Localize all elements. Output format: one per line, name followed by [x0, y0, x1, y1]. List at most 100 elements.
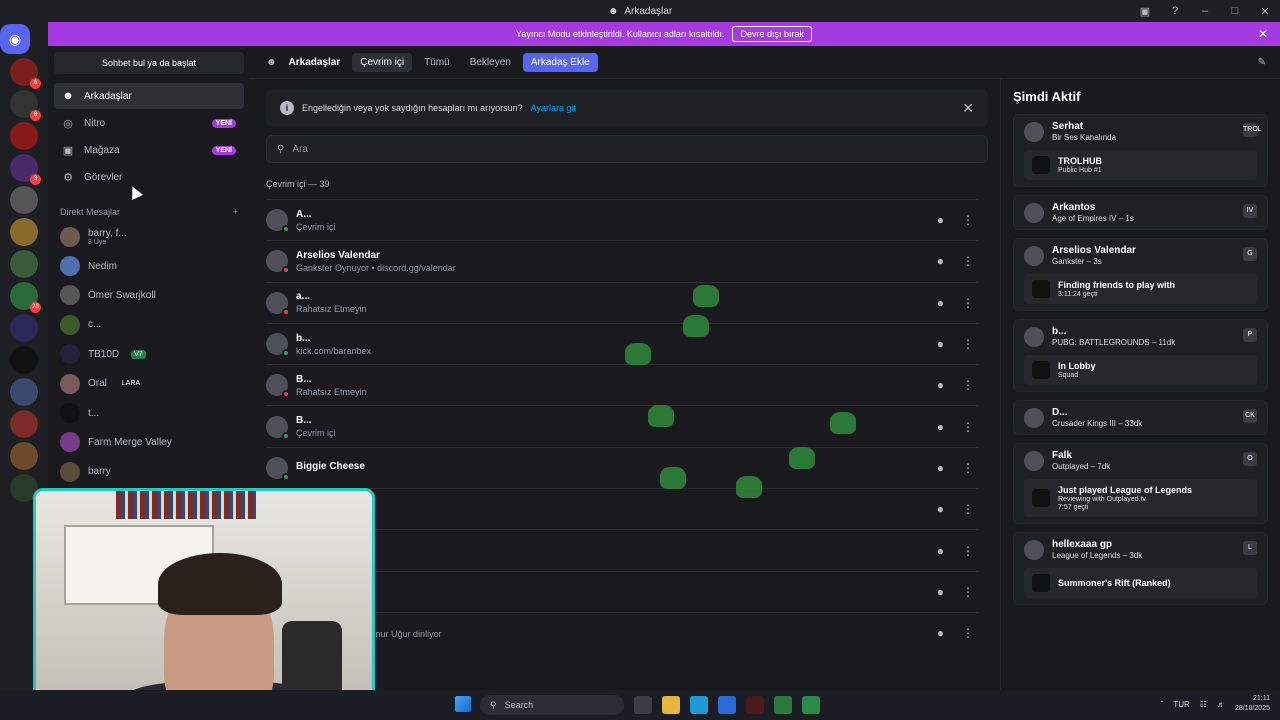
help-icon[interactable]: ?	[1160, 5, 1190, 17]
more-options-icon[interactable]: ⋮	[962, 420, 974, 434]
sidebar-item-nitro[interactable]: ◎ Nitro YENİ	[54, 110, 244, 136]
discord-logo-icon: ◉	[8, 30, 22, 47]
message-icon[interactable]: ●	[937, 626, 944, 640]
server-icon[interactable]	[10, 378, 38, 406]
sidebar-item-friends[interactable]: ☻ Arkadaşlar	[54, 83, 244, 109]
more-options-icon[interactable]: ⋮	[962, 337, 974, 351]
file-explorer-icon[interactable]	[662, 696, 680, 714]
discord-home-button[interactable]: ◉	[0, 24, 30, 54]
taskbar-search[interactable]: ⚲ Search	[480, 695, 624, 715]
sidebar-item-quests[interactable]: ⚙ Görevler	[54, 164, 244, 190]
message-icon[interactable]: ●	[937, 296, 944, 310]
message-icon[interactable]: ●	[937, 337, 944, 351]
dm-item[interactable]: barry	[48, 457, 250, 486]
more-options-icon[interactable]: ⋮	[962, 626, 974, 640]
friend-row[interactable]: Biggie Cheese ● ⋮	[266, 446, 978, 488]
message-icon[interactable]: ●	[937, 378, 944, 392]
activity-header: Arkantos Age of Empires IV – 1s IV	[1024, 202, 1257, 223]
activity-card[interactable]: b... PUBG: BATTLEGROUNDS – 11dk P In Lob…	[1013, 319, 1268, 392]
close-window-button[interactable]: ✕	[1250, 5, 1280, 18]
activity-elapsed: 7:57 geçti	[1058, 504, 1089, 511]
server-icon[interactable]: 3	[10, 154, 41, 185]
create-dm-icon[interactable]: +	[233, 207, 238, 217]
inbox-icon[interactable]: ▣	[1130, 5, 1160, 18]
activity-card[interactable]: Arkantos Age of Empires IV – 1s IV	[1013, 195, 1268, 230]
app-icon[interactable]	[774, 696, 792, 714]
more-options-icon[interactable]: ⋮	[962, 378, 974, 392]
message-icon[interactable]: ●	[937, 502, 944, 516]
language-indicator[interactable]: TUR	[1173, 700, 1189, 709]
friend-row[interactable]: B... Rahatsız Etmeyin ● ⋮	[266, 364, 978, 405]
server-icon[interactable]: 23	[10, 282, 41, 313]
server-icon[interactable]	[10, 442, 38, 470]
activity-card[interactable]: Falk Outplayed – 7dk O Just played Leagu…	[1013, 443, 1268, 524]
frog-sticker	[625, 343, 651, 365]
more-options-icon[interactable]: ⋮	[962, 544, 974, 558]
message-icon[interactable]: ●	[937, 420, 944, 434]
wifi-icon[interactable]: ☷	[1200, 700, 1207, 709]
store-icon[interactable]	[718, 696, 736, 714]
server-icon[interactable]	[10, 250, 38, 278]
new-group-dm-icon[interactable]: ✎	[1258, 57, 1266, 68]
dm-item[interactable]: Ömer Swarjkoll	[48, 281, 250, 310]
message-icon[interactable]: ●	[937, 254, 944, 268]
activity-detail-sub: 3:11:24 geçti	[1058, 291, 1098, 298]
activity-card[interactable]: D... Crusader Kings III – 33dk CK	[1013, 400, 1268, 435]
more-options-icon[interactable]: ⋮	[962, 461, 974, 475]
minimize-button[interactable]: –	[1190, 5, 1220, 17]
server-icon[interactable]: 6	[10, 58, 41, 89]
tab-all[interactable]: Tümü	[416, 53, 458, 72]
app-icon[interactable]	[802, 696, 820, 714]
disable-streamer-mode-button[interactable]: Devre dışı bırak	[732, 26, 812, 42]
dm-item[interactable]: Nedim	[48, 251, 250, 280]
dm-item[interactable]: c...	[48, 310, 250, 339]
dm-item[interactable]: Farm Merge Valley	[48, 428, 250, 457]
message-icon[interactable]: ●	[937, 544, 944, 558]
friend-row[interactable]: a... Rahatsız Etmeyin ● ⋮	[266, 281, 978, 323]
server-icon[interactable]	[10, 346, 38, 374]
server-icon[interactable]	[10, 218, 38, 246]
server-icon[interactable]	[10, 122, 38, 150]
clock[interactable]: 21:11 28/10/2025	[1235, 694, 1270, 714]
windows-start-icon[interactable]	[455, 696, 471, 712]
dm-name: Ömer Swarjkoll	[88, 289, 156, 301]
dm-item[interactable]: TB10D V7	[48, 340, 250, 369]
message-icon[interactable]: ●	[937, 461, 944, 475]
edge-icon[interactable]	[690, 696, 708, 714]
taskview-icon[interactable]	[634, 696, 652, 714]
tab-online[interactable]: Çevrim içi	[352, 52, 413, 72]
friend-row[interactable]: B... Çevrim içi ● ⋮	[266, 405, 978, 446]
friends-search-input[interactable]: ⚲ Ara	[266, 135, 988, 163]
activity-card[interactable]: Serhat Bir Ses Kanalında TROL TROLHUB Pu…	[1013, 114, 1268, 187]
close-banner-icon[interactable]: ✕	[1258, 27, 1268, 41]
activity-card[interactable]: hellexaaa gp League of Legends – 3dk L S…	[1013, 532, 1268, 605]
maximize-button[interactable]: □	[1220, 5, 1250, 17]
go-to-settings-link[interactable]: Ayarlara git	[531, 103, 576, 113]
add-friend-button[interactable]: Arkadaş Ekle	[522, 52, 598, 72]
friend-row[interactable]: b... kick.com/baranbex ● ⋮	[266, 322, 978, 364]
more-options-icon[interactable]: ⋮	[962, 585, 974, 599]
more-options-icon[interactable]: ⋮	[962, 254, 974, 268]
more-options-icon[interactable]: ⋮	[962, 502, 974, 516]
friend-row[interactable]: Arselios Valendar Gankster Oynuyor • dis…	[266, 240, 978, 281]
tab-pending[interactable]: Bekleyen	[462, 53, 519, 72]
server-icon[interactable]	[10, 314, 38, 342]
activity-card[interactable]: Arselios Valendar Gankster – 3s G Findin…	[1013, 238, 1268, 311]
dm-item[interactable]: Oral LARA	[48, 369, 250, 398]
more-options-icon[interactable]: ⋮	[962, 213, 974, 227]
server-icon[interactable]	[10, 410, 38, 438]
sidebar-item-shop[interactable]: ▣ Mağaza YENİ	[54, 137, 244, 163]
tray-chevron-icon[interactable]: ˆ	[1161, 700, 1164, 709]
server-icon[interactable]: 8	[10, 90, 41, 121]
friend-row[interactable]: A... Çevrim içi ● ⋮	[266, 199, 978, 240]
more-options-icon[interactable]: ⋮	[962, 296, 974, 310]
message-icon[interactable]: ●	[937, 585, 944, 599]
dm-item[interactable]: t...	[48, 398, 250, 427]
dm-item[interactable]: barry, f... 3 Üye	[48, 222, 250, 251]
find-conversation-input[interactable]: Sohbet bul ya da başlat	[54, 52, 244, 74]
server-icon[interactable]	[10, 186, 38, 214]
message-icon[interactable]: ●	[937, 213, 944, 227]
close-notice-icon[interactable]: ✕	[962, 100, 974, 117]
app-icon[interactable]	[746, 696, 764, 714]
volume-icon[interactable]: ♬	[1217, 700, 1225, 709]
